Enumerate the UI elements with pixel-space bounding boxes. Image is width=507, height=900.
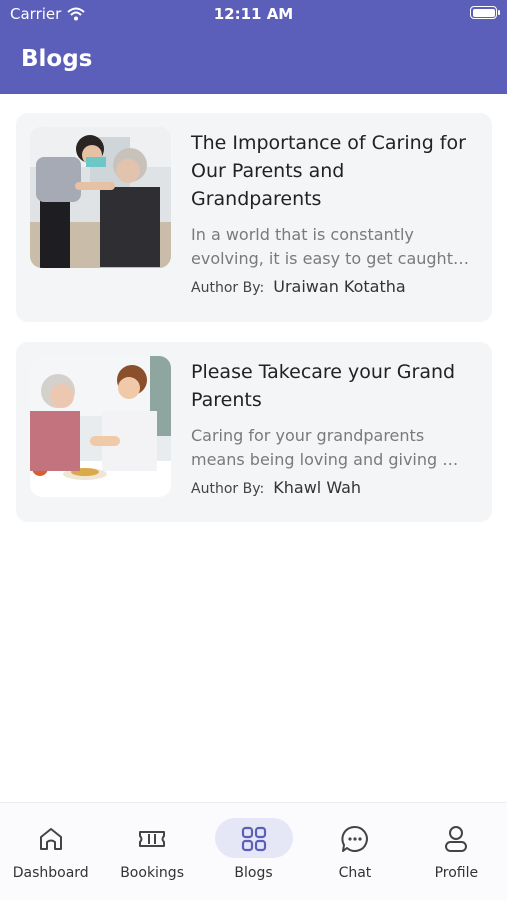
blog-thumbnail	[30, 356, 171, 497]
tab-label: Profile	[434, 865, 479, 881]
blog-excerpt: Caring for your grandparents means being…	[191, 426, 459, 469]
blog-card-body: Please Takecare your Grand Parents Carin…	[191, 358, 478, 497]
blog-list: The Importance of Caring for Our Parents…	[16, 113, 492, 542]
author-name: Uraiwan Kotatha	[273, 277, 406, 296]
author-label: Author By:	[191, 280, 265, 296]
author-label: Author By:	[191, 481, 265, 497]
blog-card[interactable]: Please Takecare your Grand Parents Carin…	[16, 342, 492, 522]
bottom-tab-bar: Dashboard Bookings Blogs Chat Profile	[0, 802, 507, 900]
blog-title: The Importance of Caring for Our Parents…	[191, 132, 466, 210]
home-icon	[39, 828, 62, 850]
page-title: Blogs	[21, 46, 93, 72]
blog-thumbnail	[30, 127, 171, 268]
blog-author: Author By: Khawl Wah	[191, 478, 478, 497]
blog-card-body: The Importance of Caring for Our Parents…	[191, 129, 478, 296]
tab-profile[interactable]: Profile	[406, 803, 507, 900]
battery-icon	[470, 6, 500, 19]
blog-title: Please Takecare your Grand Parents	[191, 361, 456, 411]
status-time: 12:11 AM	[213, 5, 294, 23]
tab-label: Bookings	[120, 865, 184, 881]
tab-label: Blogs	[234, 865, 273, 881]
chat-bubble-icon	[341, 825, 368, 852]
user-icon	[445, 826, 468, 852]
blog-excerpt: In a world that is constantly evolving, …	[191, 225, 469, 268]
tab-label: Chat	[338, 865, 372, 881]
grid-icon	[241, 826, 266, 852]
app-header: Carrier 12:11 AM Blogs	[0, 0, 507, 94]
ticket-icon	[139, 831, 166, 847]
blog-author: Author By: Uraiwan Kotatha	[191, 277, 478, 296]
author-name: Khawl Wah	[273, 478, 362, 497]
tab-dashboard[interactable]: Dashboard	[0, 803, 101, 900]
blog-card[interactable]: The Importance of Caring for Our Parents…	[16, 113, 492, 322]
tab-bookings[interactable]: Bookings	[101, 803, 202, 900]
tab-chat[interactable]: Chat	[304, 803, 405, 900]
tab-blogs[interactable]: Blogs	[203, 803, 304, 900]
status-bar: Carrier 12:11 AM	[0, 0, 507, 28]
tab-label: Dashboard	[12, 865, 89, 881]
